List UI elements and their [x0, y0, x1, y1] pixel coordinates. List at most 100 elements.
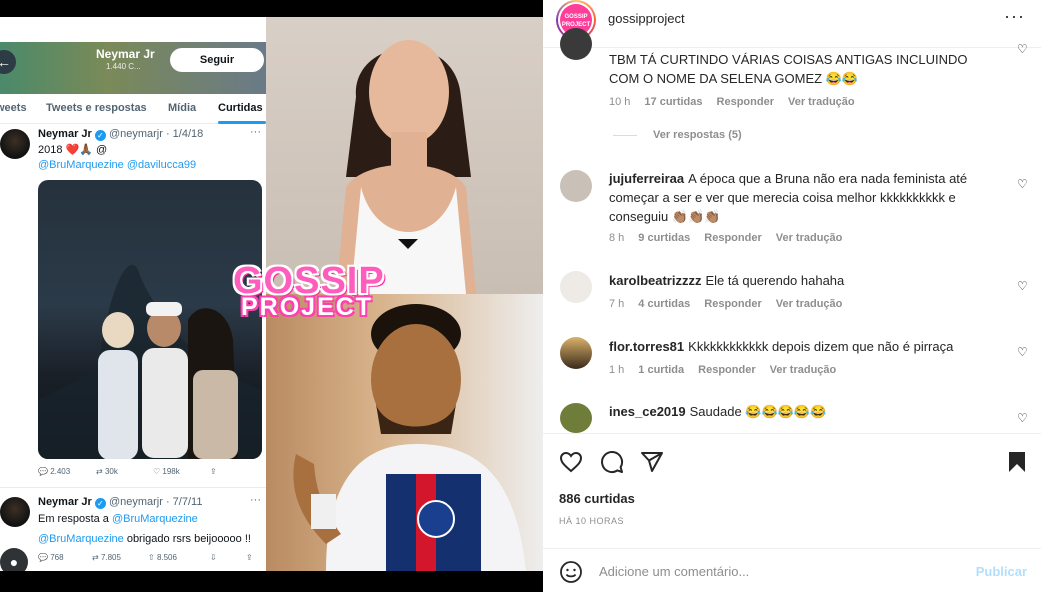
heart-icon[interactable]: ♡ [1017, 178, 1029, 190]
comment-username: ines_ce2019 [609, 404, 686, 419]
tweet1-likes: ♡ 198k [153, 467, 180, 476]
tweet-handle-date: @neymarjr · 1/4/18 [108, 128, 204, 140]
tab-likes: Curtidas [218, 102, 263, 114]
heart-icon[interactable]: ♡ [1017, 280, 1029, 292]
tab-media: Mídia [168, 102, 197, 114]
download-icon: ⇩ [210, 553, 217, 562]
more-dots-icon: ··· [250, 494, 261, 506]
comment-body: jujuferreiraa A época que a Bruna não era… [609, 169, 999, 226]
reply-button[interactable]: Responder [698, 364, 755, 376]
heart-icon[interactable]: ♡ [1017, 43, 1029, 55]
view-replies-button[interactable]: Ver respostas (5) [613, 129, 742, 141]
tweet-divider [0, 487, 266, 488]
comment-likes[interactable]: 1 curtida [638, 364, 684, 376]
tab-tweets: weets [0, 102, 27, 114]
tweet2-handle-date: @neymarjr · 7/7/11 [108, 496, 203, 508]
tweet2-replies: 💬 768 [38, 553, 64, 562]
comment-likes[interactable]: 4 curtidas [638, 298, 690, 310]
tweet2-header: Neymar Jr ✓ @neymarjr · 7/7/11 [38, 496, 202, 509]
comment-text: Ele tá querendo hahaha [705, 273, 845, 288]
heart-icon[interactable]: ♡ [1017, 412, 1029, 424]
heart-icon[interactable]: ♡ [1017, 346, 1029, 358]
watermark-line2: PROJECT [241, 293, 374, 321]
comment-username: jujuferreiraa [609, 171, 685, 186]
divider [543, 433, 1041, 434]
comment-input[interactable]: Adicione um comentário... [599, 564, 749, 579]
comment-body: karolbeatrizzzz Ele tá querendo hahaha [609, 271, 999, 290]
comment-meta: 1 h 1 curtida Responder Ver tradução [609, 364, 850, 376]
verified-icon: ✓ [94, 498, 106, 509]
avatar [0, 129, 30, 159]
post-image-panel: ← Neymar Jr 1.440 C... Seguir weets Twee… [0, 0, 543, 592]
tab-active-indicator [218, 121, 266, 124]
translate-button[interactable]: Ver tradução [770, 364, 837, 376]
comment-likes[interactable]: 17 curtidas [644, 96, 702, 108]
more-dots-icon[interactable]: ··· [1004, 6, 1025, 27]
tweet-text-line1: 2018 ❤️🙏🏾 @ [38, 144, 108, 156]
tweet2-likes: ⇧ 8.506 [148, 553, 177, 562]
twitter-profile-count: 1.440 C... [106, 62, 141, 71]
reply-button[interactable]: Responder [717, 96, 774, 108]
tweet-author: Neymar Jr [38, 128, 92, 140]
comment-username: karolbeatrizzzz [609, 273, 702, 288]
comment-body: ines_ce2019 Saudade 😂😂😂😂😂 [609, 402, 999, 421]
comment-time: 1 h [609, 364, 625, 376]
comment-avatar[interactable] [560, 170, 592, 202]
publish-button[interactable]: Publicar [976, 564, 1027, 579]
avatar [0, 497, 30, 527]
tweet2-reply-line: Em resposta a @BruMarquezine [38, 513, 198, 525]
comment-avatar[interactable] [560, 337, 592, 369]
translate-button[interactable]: Ver tradução [776, 232, 843, 244]
photo-man [266, 294, 543, 571]
post-actions [543, 440, 1041, 480]
comment-meta: 8 h 9 curtidas Responder Ver tradução [609, 232, 856, 244]
tweet-header: Neymar Jr ✓ @neymarjr · 1/4/18 [38, 128, 203, 141]
comment-time: 10 h [609, 96, 631, 108]
reply-button[interactable]: Responder [704, 298, 761, 310]
reply-button[interactable]: Responder [704, 232, 761, 244]
comment-body: flor.torres81 Kkkkkkkkkkkk depois dizem q… [609, 337, 999, 356]
tweet1-replies: 💬 2.403 [38, 467, 71, 476]
tweet1-retweets: ⇄ 30k [96, 467, 118, 476]
person-icon: ● [0, 548, 28, 571]
comment-text: Saudade 😂😂😂😂😂 [689, 404, 827, 419]
comment-icon[interactable] [600, 450, 624, 474]
bookmark-icon[interactable] [1005, 450, 1029, 474]
follow-button: Seguir [170, 48, 264, 72]
add-comment-bar: Adicione um comentário... Publicar [543, 548, 1041, 592]
comment-likes[interactable]: 9 curtidas [638, 232, 690, 244]
likes-count[interactable]: 886 curtidas [559, 491, 635, 506]
translate-button[interactable]: Ver tradução [776, 298, 843, 310]
translate-button[interactable]: Ver tradução [788, 96, 855, 108]
heart-icon[interactable] [559, 450, 583, 474]
share-icon: ⇪ [246, 553, 253, 562]
comment-meta: 10 h 17 curtidas Responder Ver tradução [609, 96, 869, 108]
comment-avatar[interactable] [560, 403, 592, 433]
twitter-profile-name: Neymar Jr [96, 47, 155, 61]
tweet-photo [38, 180, 262, 459]
tweet2-author: Neymar Jr [38, 496, 92, 508]
post-header: GOSSIP PROJECT gossipproject ··· [543, 0, 1041, 48]
tweet2-retweets: ⇄ 7.805 [92, 553, 121, 562]
tab-tweets-replies: Tweets e respostas [46, 102, 147, 114]
verified-icon: ✓ [94, 130, 106, 141]
comment-text: Kkkkkkkkkkkk depois dizem que não é pirr… [688, 339, 954, 354]
post-time: HÁ 10 HORAS [559, 516, 625, 526]
comment-avatar[interactable] [560, 28, 592, 60]
comment-time: 8 h [609, 232, 625, 244]
comment-meta: 7 h 4 curtidas Responder Ver tradução [609, 298, 856, 310]
tweet-mentions: @BruMarquezine @davilucca99 [38, 159, 197, 171]
profile-username[interactable]: gossipproject [608, 11, 685, 26]
post-image: ← Neymar Jr 1.440 C... Seguir weets Twee… [0, 17, 543, 571]
comments-panel: GOSSIP PROJECT gossipproject ··· TBM TÁ … [543, 0, 1041, 592]
share-icon[interactable] [640, 450, 664, 474]
comment-text: TBM TÁ CURTINDO VÁRIAS COISAS ANTIGAS IN… [609, 52, 968, 86]
comment-avatar[interactable] [560, 271, 592, 303]
photo-woman [266, 17, 543, 294]
more-dots-icon: ··· [250, 126, 261, 138]
tweet2-text: @BruMarquezine obrigado rsrs beijooooo !… [38, 533, 251, 545]
emoji-icon[interactable] [559, 560, 583, 584]
comment-username: flor.torres81 [609, 339, 685, 354]
twitter-screenshot: ← Neymar Jr 1.440 C... Seguir weets Twee… [0, 17, 266, 571]
twitter-tabs: weets Tweets e respostas Mídia Curtidas [0, 94, 266, 124]
